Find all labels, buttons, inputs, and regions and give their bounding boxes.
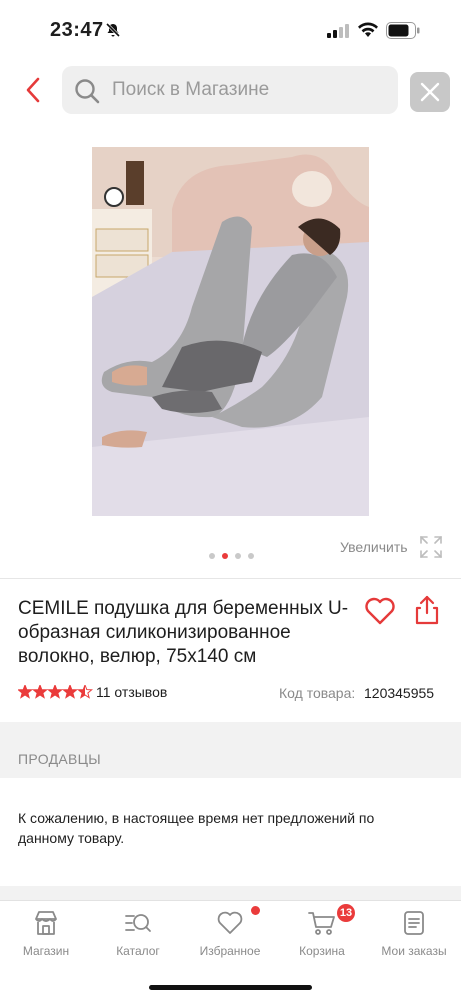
sellers-title: ПРОДАВЦЫ bbox=[18, 751, 101, 767]
tab-catalog[interactable]: Каталог bbox=[92, 901, 184, 971]
rating-star bbox=[62, 685, 78, 699]
product-title: CEMILE подушка для беременных U-образная… bbox=[18, 598, 349, 667]
home-indicator bbox=[149, 985, 312, 990]
tab-label: Мои заказы bbox=[381, 944, 447, 958]
zoom-label[interactable]: Увеличить bbox=[340, 539, 408, 555]
product-photo[interactable] bbox=[92, 147, 369, 516]
tab-label: Каталог bbox=[116, 944, 160, 958]
store-icon bbox=[35, 911, 57, 935]
tab-label: Магазин bbox=[22, 944, 70, 958]
share-icon bbox=[415, 595, 439, 625]
rating-star bbox=[32, 685, 48, 699]
heart-icon bbox=[217, 911, 243, 934]
rating-star bbox=[47, 685, 63, 699]
search-input[interactable]: Поиск в Магазине bbox=[62, 66, 398, 114]
divider bbox=[0, 578, 461, 579]
sellers-section-header: ПРОДАВЦЫ bbox=[0, 722, 461, 778]
tab-label: Избранное bbox=[199, 944, 261, 958]
no-offers-message: К сожалению, в настоящее время нет предл… bbox=[18, 810, 375, 846]
favorites-notification-dot bbox=[251, 906, 260, 915]
tab-label: Корзина bbox=[299, 944, 345, 958]
status-time: 23:47 bbox=[50, 19, 104, 41]
rating-stars bbox=[18, 685, 93, 699]
favorite-button[interactable] bbox=[364, 597, 396, 630]
wifi-icon bbox=[357, 22, 379, 43]
heart-icon bbox=[365, 597, 395, 625]
clear-search-button[interactable] bbox=[410, 72, 450, 112]
pager-dot-active[interactable] bbox=[222, 553, 228, 559]
signal-icon bbox=[327, 24, 349, 43]
tab-favorites[interactable]: Избранное bbox=[184, 901, 276, 971]
chevron-left-icon bbox=[26, 77, 40, 103]
catalog-search-icon bbox=[125, 914, 151, 932]
pager-dot[interactable] bbox=[248, 553, 254, 559]
cart-count-badge: 13 bbox=[337, 904, 355, 922]
product-code-value: 120345955 bbox=[364, 685, 435, 701]
reviews-count[interactable]: 11 отзывов bbox=[96, 684, 167, 700]
tab-store[interactable]: Магазин bbox=[0, 901, 92, 971]
rating-star bbox=[18, 685, 33, 699]
section-separator bbox=[0, 886, 461, 900]
expand-icon[interactable] bbox=[419, 535, 443, 564]
product-code-label: Код товара: bbox=[279, 685, 356, 701]
rating-star bbox=[77, 685, 93, 699]
pager-dot[interactable] bbox=[209, 553, 215, 559]
share-button[interactable] bbox=[414, 595, 440, 630]
search-icon bbox=[74, 78, 100, 109]
back-button[interactable] bbox=[18, 74, 50, 106]
battery-icon bbox=[386, 22, 420, 44]
close-icon bbox=[420, 82, 440, 102]
search-placeholder: Поиск в Магазине bbox=[112, 79, 270, 100]
orders-icon bbox=[404, 911, 424, 935]
tab-orders[interactable]: Мои заказы bbox=[368, 901, 460, 971]
status-bar: 23:47 bbox=[0, 0, 461, 60]
cart-icon bbox=[308, 912, 335, 935]
pager-dot[interactable] bbox=[235, 553, 241, 559]
bell-slash-icon bbox=[105, 22, 121, 43]
